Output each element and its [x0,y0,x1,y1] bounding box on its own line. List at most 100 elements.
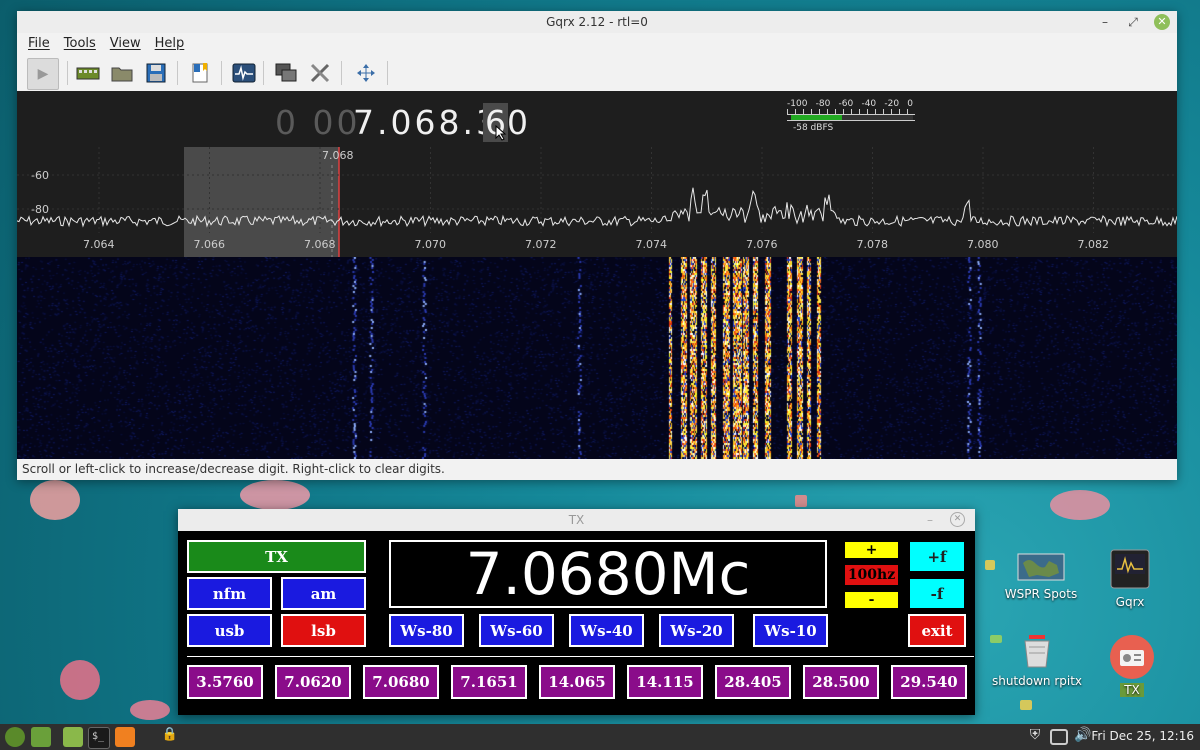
smeter-reading: -58 dBFS [793,123,834,133]
bookmark-icon[interactable] [185,58,215,88]
ws-60-button[interactable]: Ws-60 [479,614,554,647]
x-axis-label: 7.078 [857,238,889,251]
firefox-icon[interactable] [115,727,135,747]
desktop-icon-label: WSPR Spots [1004,587,1078,601]
wallpaper-confetti [1050,490,1110,520]
mode-lsb-button[interactable]: lsb [281,614,366,647]
desktop-icon-shutdown-rpitx[interactable]: shutdown rpitx [988,633,1086,688]
x-axis-label: 7.080 [967,238,999,251]
gqrx-titlebar[interactable]: Gqrx 2.12 - rtl=0 – ⤢ ✕ [17,11,1177,33]
window-title: TX [568,513,585,527]
preset-button[interactable]: 28.500 [803,665,879,699]
tx-titlebar[interactable]: TX – ✕ [178,509,975,531]
smeter-scale-label: -60 [838,99,854,109]
terminal-icon[interactable]: $_ [88,727,110,749]
step-size-button[interactable]: 100hz [843,563,900,587]
show-desktop-icon[interactable] [31,727,51,747]
desktop-icon-gqrx[interactable]: Gqrx [1100,549,1160,609]
smeter-ticks-lower [787,120,915,121]
toolbar-separator [177,61,178,85]
spectrum-icon[interactable] [229,58,259,88]
preset-button[interactable]: 7.1651 [451,665,527,699]
signal-meter: -100 -80 -60 -40 -20 0 -58 dBFS [787,99,919,139]
maximize-icon[interactable]: ⤢ [1125,14,1141,30]
shield-icon[interactable]: ⛨ [1026,727,1044,747]
smeter-level-bar [791,115,843,120]
ws-40-button[interactable]: Ws-40 [569,614,644,647]
toolbar: ▶ [17,55,1177,92]
mouse-cursor-icon [495,125,507,141]
toolbar-separator [221,61,222,85]
taskbar-clock[interactable]: Fri Dec 25, 12:16 [1091,729,1194,743]
mode-am-button[interactable]: am [281,577,366,610]
frequency-readout[interactable]: 7.068.3 [353,103,500,142]
receiver-display: 0 00 7.068.3 6 0 -100 -80 -60 -40 -20 0 … [17,91,1177,459]
ws-10-button[interactable]: Ws-10 [753,614,828,647]
close-icon[interactable]: ✕ [1154,14,1170,30]
menu-icon[interactable] [5,727,25,747]
smeter-scale-label: -20 [884,99,900,109]
network-icon[interactable] [271,58,301,88]
desktop-icon-label: Gqrx [1115,595,1145,609]
ws-20-button[interactable]: Ws-20 [659,614,734,647]
step-plus-button[interactable]: + [843,540,900,560]
x-axis-label: 7.074 [636,238,668,251]
gqrx-window: Gqrx 2.12 - rtl=0 – ⤢ ✕ File Tools View … [17,11,1177,480]
toolbar-separator [67,61,68,85]
preset-button[interactable]: 29.540 [891,665,967,699]
frequency-last-digit[interactable]: 0 [507,103,531,142]
play-icon[interactable]: ▶ [27,58,59,90]
frequency-leading-zeros[interactable]: 0 00 [275,103,360,142]
fullscreen-icon[interactable] [351,58,381,88]
preset-button[interactable]: 14.115 [627,665,703,699]
desktop-icon-tx[interactable]: TX [1108,634,1156,697]
spectrum-plot[interactable]: 7.068 -60 -80 7.064 7.066 7.068 7.070 7.072 7… [17,147,1177,257]
waterfall-display[interactable] [17,257,1177,459]
tx-divider [187,656,974,657]
radio-icon [1110,635,1154,679]
desktop-icon-wspr-spots[interactable]: WSPR Spots [1000,553,1082,601]
preset-button[interactable]: 3.5760 [187,665,263,699]
save-icon[interactable] [141,58,171,88]
wallpaper-confetti [60,660,100,700]
wallpaper-confetti [130,700,170,720]
preset-button[interactable]: 14.065 [539,665,615,699]
preset-button[interactable]: 7.0620 [275,665,351,699]
gqrx-icon [1110,549,1150,589]
open-folder-icon[interactable] [107,58,137,88]
toolbar-separator [387,61,388,85]
files-icon[interactable] [63,727,83,747]
menu-help[interactable]: Help [148,33,192,55]
freq-down-button[interactable]: -f [908,577,966,610]
mode-nfm-button[interactable]: nfm [187,577,272,610]
x-axis-label: 7.068 [304,238,336,251]
preset-button[interactable]: 28.405 [715,665,791,699]
menu-view[interactable]: View [103,33,148,55]
x-axis-label: 7.072 [525,238,557,251]
minimize-icon[interactable]: – [922,512,938,528]
menu-tools[interactable]: Tools [57,33,103,55]
close-icon[interactable]: ✕ [950,512,965,527]
toolbar-separator [263,61,264,85]
ws-80-button[interactable]: Ws-80 [389,614,464,647]
map-icon [1017,553,1065,581]
x-axis-label: 7.064 [83,238,115,251]
wallpaper-confetti [795,495,807,507]
lock-icon[interactable]: 🔒 [160,727,180,747]
smeter-scale-label: 0 [907,99,913,109]
wallpaper-confetti [985,560,995,570]
volume-icon[interactable]: 🔊 [1073,727,1093,747]
step-minus-button[interactable]: - [843,590,900,610]
tx-button[interactable]: TX [187,540,366,573]
hardware-icon[interactable] [73,58,103,88]
minimize-icon[interactable]: – [1097,14,1113,30]
tools-icon[interactable] [305,58,335,88]
clipboard-icon[interactable] [1050,729,1068,745]
freq-up-button[interactable]: +f [908,540,966,573]
mode-usb-button[interactable]: usb [187,614,272,647]
menu-file[interactable]: File [21,33,57,55]
exit-button[interactable]: exit [908,614,966,647]
preset-button[interactable]: 7.0680 [363,665,439,699]
wallpaper-confetti [1020,700,1032,710]
demod-frequency-label: 7.068 [322,149,354,162]
